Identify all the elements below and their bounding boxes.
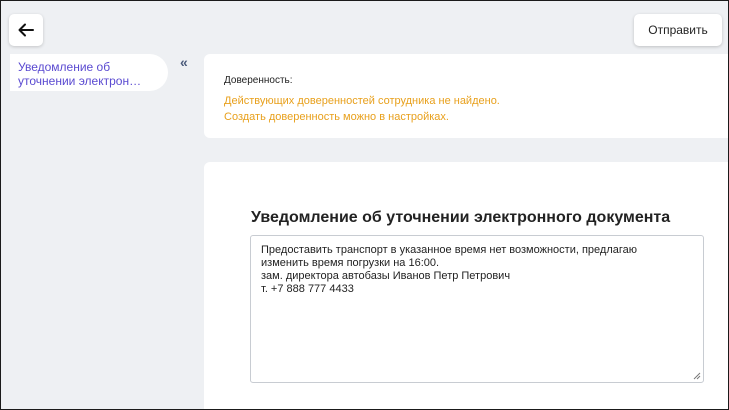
sidebar-item-label-line2: уточнении электрон… [18,74,142,88]
send-button[interactable]: Отправить [634,14,722,46]
proxy-label: Доверенность: [224,75,293,86]
app-window: Отправить Уведомление об уточнении элект… [0,0,729,410]
message-line: т. +7 888 777 4433 [261,283,354,295]
sidebar-item-notification[interactable]: Уведомление об уточнении электрон… [10,54,168,91]
document-title: Уведомление об уточнении электронного до… [251,209,671,226]
sidebar-item-label-line1: Уведомление об [18,60,111,74]
proxy-warning-create-in-settings: Создать доверенность можно в настройках. [224,111,449,123]
send-button-label: Отправить [648,23,708,37]
message-textarea[interactable]: Предоставить транспорт в указанное время… [250,235,704,383]
arrow-left-icon [18,23,34,37]
message-line: изменить время погрузки на 16:00. [261,257,440,269]
proxy-card: Доверенность: Действующих доверенностей … [204,54,728,138]
message-line: зам. директора автобазы Иванов Петр Петр… [261,270,511,282]
double-chevron-left-icon[interactable]: « [180,55,188,69]
resize-grip-icon[interactable] [693,372,701,380]
message-line: Предоставить транспорт в указанное время… [261,244,638,256]
document-card: Уведомление об уточнении электронного до… [204,162,728,409]
back-button[interactable] [9,14,43,46]
proxy-warning-not-found: Действующих доверенностей сотрудника не … [224,95,500,107]
